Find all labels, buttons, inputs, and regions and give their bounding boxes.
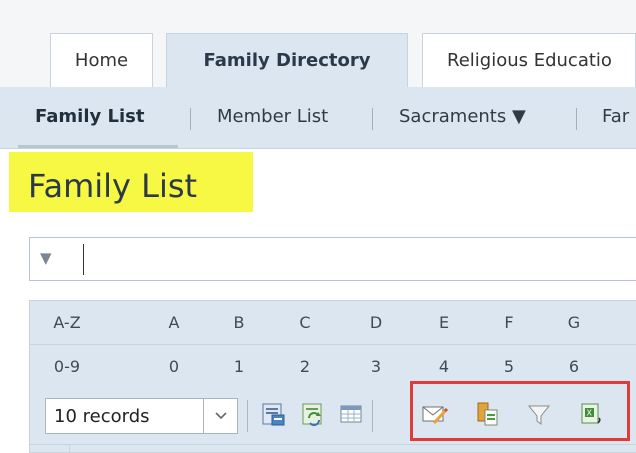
export-icon[interactable]	[260, 400, 286, 428]
active-subnav-indicator	[18, 145, 178, 148]
page-title: Family List	[28, 167, 198, 205]
subnav-divider	[576, 108, 577, 130]
number-filter-7[interactable]: 6	[554, 357, 594, 376]
grid-row-divider	[29, 344, 636, 345]
subnav-divider	[372, 108, 373, 130]
number-filter-1[interactable]: 0	[154, 357, 194, 376]
toolbar-divider	[372, 400, 373, 432]
columns-icon[interactable]	[338, 400, 364, 428]
letter-filter-6[interactable]: F	[489, 313, 529, 332]
number-filter-4[interactable]: 3	[356, 357, 396, 376]
subnav-sacraments[interactable]: Sacraments ▼	[399, 87, 526, 147]
subnav-member-list[interactable]: Member List	[217, 87, 328, 147]
tab-religious-education[interactable]: Religious Educatio	[422, 33, 636, 87]
filter-dropdown-icon[interactable]: ▼	[40, 249, 52, 267]
subnav-divider	[190, 108, 191, 130]
text-cursor	[83, 244, 84, 275]
tab-family-directory[interactable]: Family Directory	[166, 33, 408, 87]
number-filter-2[interactable]: 1	[219, 357, 259, 376]
number-filter-0[interactable]: 0-9	[47, 357, 87, 376]
grid-divider	[29, 444, 636, 445]
letter-filter-1[interactable]: A	[154, 313, 194, 332]
page-size-value: 10 records	[54, 406, 150, 427]
letter-filter-7[interactable]: G	[554, 313, 594, 332]
letter-filter-4[interactable]: D	[356, 313, 396, 332]
chevron-down-icon[interactable]	[203, 399, 237, 433]
letter-filter-3[interactable]: C	[285, 313, 325, 332]
grid-gutter	[29, 445, 70, 453]
number-filter-6[interactable]: 5	[489, 357, 529, 376]
number-filter-5[interactable]: 4	[424, 357, 464, 376]
letter-filter-0[interactable]: A-Z	[47, 313, 87, 332]
toolbar-divider	[247, 400, 248, 432]
filter-input[interactable]	[29, 237, 636, 281]
highlighted-toolbar-group	[410, 381, 630, 441]
refresh-icon[interactable]	[300, 400, 326, 428]
letter-filter-2[interactable]: B	[219, 313, 259, 332]
tab-home[interactable]: Home	[50, 33, 153, 87]
subnav-family-list[interactable]: Family List	[35, 87, 144, 147]
letter-filter-5[interactable]: E	[424, 313, 464, 332]
subnav-more[interactable]: Far	[602, 87, 629, 147]
number-filter-3[interactable]: 2	[285, 357, 325, 376]
